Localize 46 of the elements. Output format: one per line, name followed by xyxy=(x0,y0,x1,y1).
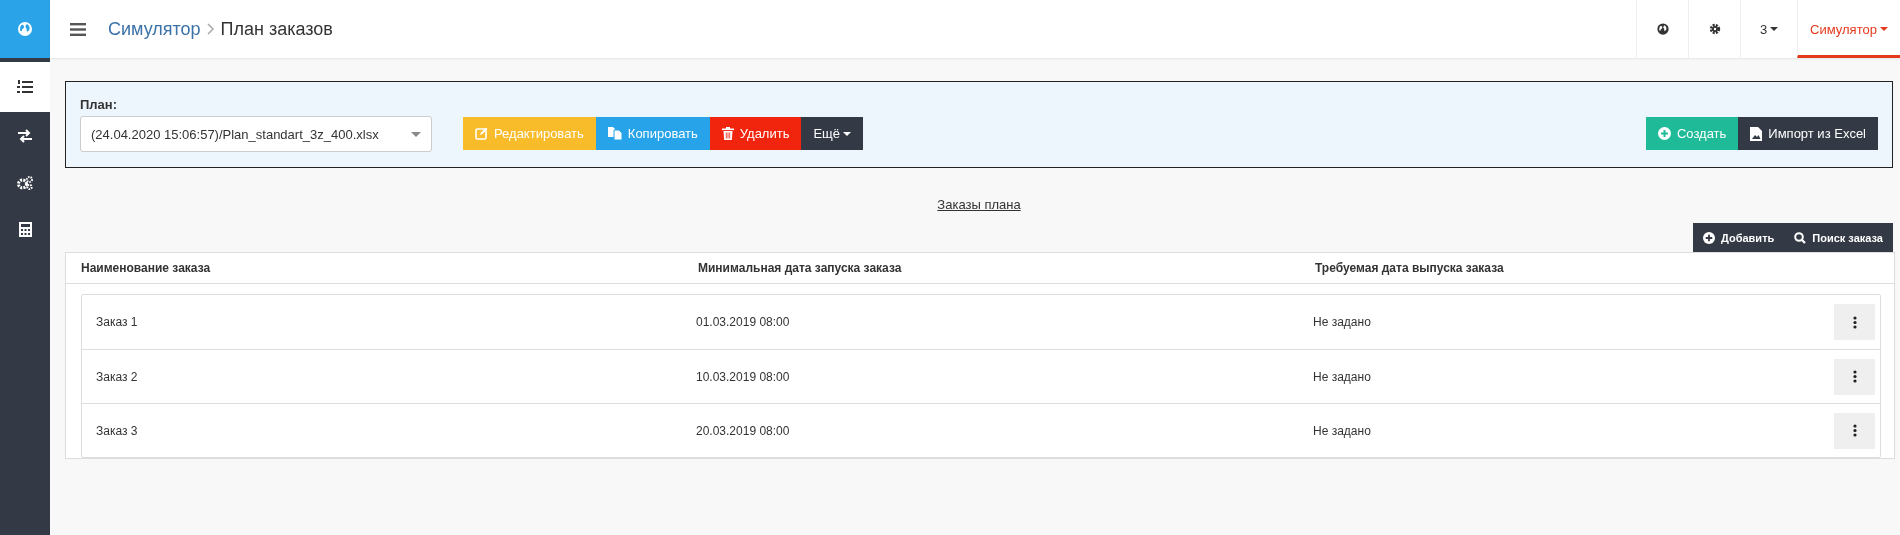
user-dropdown[interactable]: Симулятор xyxy=(1797,0,1900,58)
table-cell-text: Заказ 3 xyxy=(96,423,139,438)
file-icon xyxy=(1750,126,1763,141)
numbered-list-icon xyxy=(17,80,33,94)
table-cell-text: 01.03.2019 08:00 xyxy=(696,315,791,329)
gears-icon xyxy=(17,175,33,190)
table-cell-text: Заказ 2 xyxy=(96,369,139,384)
calculator-icon xyxy=(18,222,32,237)
table-cell-text: 20.03.2019 08:00 xyxy=(696,423,791,438)
table-cell-text: Не задано xyxy=(1313,315,1372,329)
orders-link[interactable]: Заказы плана xyxy=(937,197,1021,212)
more-vertical-icon xyxy=(1852,370,1857,383)
plus-circle-icon xyxy=(1703,231,1715,244)
search-button[interactable]: Поиск заказа xyxy=(1784,223,1893,252)
column-header: Требуемая дата выпуска заказа xyxy=(1315,261,1505,275)
delete-button[interactable]: Удалить xyxy=(709,117,802,150)
trash-icon xyxy=(721,127,734,140)
menu-icon xyxy=(70,22,86,36)
settings-icon xyxy=(1708,23,1721,35)
more-vertical-icon xyxy=(1852,315,1857,329)
more-button[interactable]: Ещё xyxy=(801,117,864,150)
import-button[interactable]: Импорт из Excel xyxy=(1738,117,1878,150)
search-icon xyxy=(1794,231,1807,244)
count-dropdown[interactable]: 3 xyxy=(1740,0,1797,58)
breadcrumb-link[interactable]: Симулятор xyxy=(108,18,201,40)
table-cell-text: Заказ 1 xyxy=(96,315,139,329)
swap-arrows-icon xyxy=(17,128,33,143)
plus-circle-icon xyxy=(1657,127,1671,140)
edit-icon xyxy=(475,127,488,140)
plan-label: План: xyxy=(80,97,118,112)
add-button[interactable]: Добавить xyxy=(1693,223,1785,252)
column-header: Наименование заказа xyxy=(81,261,212,275)
chevron-icon xyxy=(206,22,215,35)
globe-icon xyxy=(1656,23,1669,35)
more-vertical-icon xyxy=(1852,424,1857,437)
table-cell-text: Не задано xyxy=(1313,369,1372,384)
caret-icon xyxy=(411,131,421,137)
table-cell-text: 10.03.2019 08:00 xyxy=(696,369,791,384)
table-cell-text: Не задано xyxy=(1313,423,1372,438)
sidebar-item[interactable] xyxy=(0,62,50,112)
globe-icon xyxy=(17,21,33,37)
menu-button[interactable] xyxy=(70,22,86,36)
column-header: Минимальная дата запуска заказа xyxy=(698,261,903,275)
copy-icon xyxy=(607,127,622,140)
plan-select[interactable]: (24.04.2020 15:06:57)/Plan_standart_3z_400.xlsx xyxy=(80,116,432,152)
page-title: План заказов xyxy=(220,18,333,40)
